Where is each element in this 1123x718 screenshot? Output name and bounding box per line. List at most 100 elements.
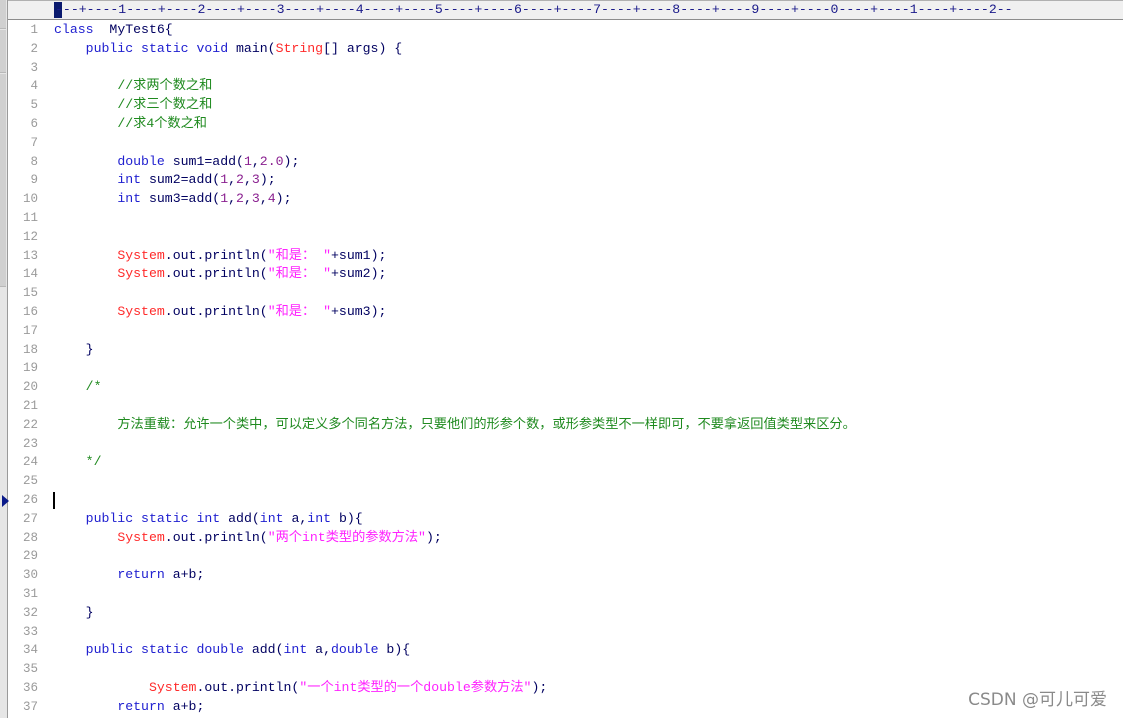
code-token-kw: int (117, 191, 142, 207)
code-line[interactable]: 8 double sum1=add(1,2.0); (8, 153, 1123, 172)
code-line[interactable]: 11 (8, 209, 1123, 228)
code-token-cls: System (148, 680, 197, 695)
code-line[interactable]: 33 (8, 623, 1123, 642)
code-token-plain: , (243, 172, 252, 188)
line-number: 17 (22, 323, 38, 338)
code-line[interactable]: 1 class MyTest6{ (8, 21, 1123, 40)
code-line[interactable]: 7 (8, 134, 1123, 153)
code-line[interactable]: 27 public static int add(int a,int b){ (8, 510, 1123, 529)
code-line[interactable]: 17 (8, 322, 1123, 341)
line-number: 1 (30, 23, 38, 37)
line-number: 36 (22, 681, 38, 695)
code-line[interactable]: 24 */ (8, 453, 1123, 472)
code-line[interactable]: 21 (8, 397, 1123, 416)
code-text: class MyTest6{ (54, 21, 173, 40)
code-token-plain: [] args) { (323, 40, 403, 56)
code-line[interactable]: 6 //求4个数之和 (8, 115, 1123, 134)
code-token-kw: public static double (85, 642, 244, 658)
code-token-num: 3 (251, 191, 260, 207)
line-number: 24 (22, 455, 38, 470)
code-line[interactable]: 19 (8, 359, 1123, 378)
code-line[interactable]: 9 int sum2=add(1,2,3); (8, 171, 1123, 190)
code-token-plain: sum1=add( (164, 153, 244, 169)
code-line[interactable]: 29 (8, 547, 1123, 566)
code-line[interactable]: 26 (2, 491, 1123, 510)
code-text: public static double add(int a,double b)… (54, 641, 411, 660)
code-line[interactable]: 31 (8, 585, 1123, 604)
code-line[interactable]: 20 /* (8, 378, 1123, 397)
code-line[interactable]: 13 System.out.println("和是： "+sum1); (8, 247, 1123, 266)
code-line[interactable]: 2 public static void main(String[] args)… (8, 40, 1123, 59)
line-number: 14 (22, 267, 38, 282)
code-text: return a+b; (54, 566, 204, 585)
code-token-plain: sum2=add( (141, 172, 221, 188)
code-token-plain: , (259, 191, 268, 207)
current-line-marker-icon (2, 495, 9, 507)
code-token-plain: .out.println( (196, 680, 300, 695)
code-token-kw: public static int (85, 510, 221, 526)
code-text: //求4个数之和 (54, 115, 207, 134)
code-token-plain: ); (425, 529, 442, 545)
code-line[interactable]: 22 方法重载：允许一个类中，可以定义多个同名方法，只要他们的形参个数，或形参类… (8, 416, 1123, 435)
code-line[interactable]: 37 return a+b; (8, 698, 1123, 717)
code-token-num: 4 (267, 191, 276, 207)
code-token-plain: } (54, 604, 94, 620)
code-line[interactable]: 28 System.out.println("两个int类型的参数方法"); (8, 529, 1123, 548)
line-number: 27 (22, 511, 38, 526)
code-line[interactable]: 36 System.out.println("一个int类型的一个double参… (8, 679, 1123, 698)
line-number: 11 (22, 211, 38, 225)
line-number: 15 (22, 286, 38, 301)
code-token-cmt: //求4个数之和 (117, 116, 207, 131)
code-token-plain: , (228, 191, 237, 207)
code-line[interactable]: 10 int sum3=add(1,2,3,4); (8, 190, 1123, 209)
code-token-str: "和是： " (267, 304, 331, 319)
code-line[interactable]: 32 } (8, 604, 1123, 623)
code-line[interactable]: 18 } (8, 341, 1123, 360)
line-number: 5 (30, 98, 38, 113)
code-token-kw: return (117, 698, 165, 714)
code-token-plain: add( (243, 642, 284, 658)
code-line[interactable]: 30 return a+b; (8, 566, 1123, 585)
code-token-plain: +sum2); (331, 266, 387, 282)
code-line[interactable]: 14 System.out.println("和是： "+sum2); (8, 265, 1123, 284)
code-text: int sum2=add(1,2,3); (54, 171, 276, 190)
code-token-plain: ); (275, 191, 292, 207)
code-text: System.out.println("和是： "+sum3); (54, 303, 386, 322)
code-line[interactable]: 23 (8, 435, 1123, 454)
code-token-str: "和是： " (267, 247, 331, 263)
code-line[interactable]: 16 System.out.println("和是： "+sum3); (8, 303, 1123, 322)
code-token-plain: } (54, 341, 94, 357)
line-number: 20 (22, 380, 38, 395)
line-number: 13 (22, 248, 38, 263)
code-token-plain: ); (259, 172, 276, 188)
code-line[interactable]: 3 (8, 59, 1123, 78)
line-number: 8 (30, 154, 38, 169)
code-line[interactable]: 15 (8, 284, 1123, 303)
code-token-plain: +sum3); (331, 304, 387, 319)
code-line[interactable]: 5 //求三个数之和 (8, 96, 1123, 115)
line-number: 26 (22, 493, 38, 507)
code-line[interactable]: 35 (8, 660, 1123, 679)
code-token-num: 2 (236, 191, 244, 207)
code-line[interactable]: 4 //求两个数之和 (8, 77, 1123, 96)
code-token-kw: return (117, 567, 165, 583)
code-token-kw: int (117, 172, 142, 188)
code-text: System.out.println("和是： "+sum2); (54, 265, 386, 284)
code-token-kw: double (331, 642, 379, 658)
code-line[interactable]: 12 (8, 228, 1123, 247)
code-line[interactable]: 25 (8, 472, 1123, 491)
code-text: /* (54, 378, 102, 397)
code-line[interactable]: 34 public static double add(int a,double… (8, 641, 1123, 660)
line-number: 31 (22, 587, 38, 601)
code-token-plain: +sum1); (331, 247, 387, 263)
line-number: 9 (30, 173, 38, 188)
code-editor[interactable]: 1 class MyTest6{2 public static void main… (2, 21, 1123, 718)
code-token-plain: MyTest6{ (93, 22, 173, 37)
code-text: */ (54, 453, 102, 472)
